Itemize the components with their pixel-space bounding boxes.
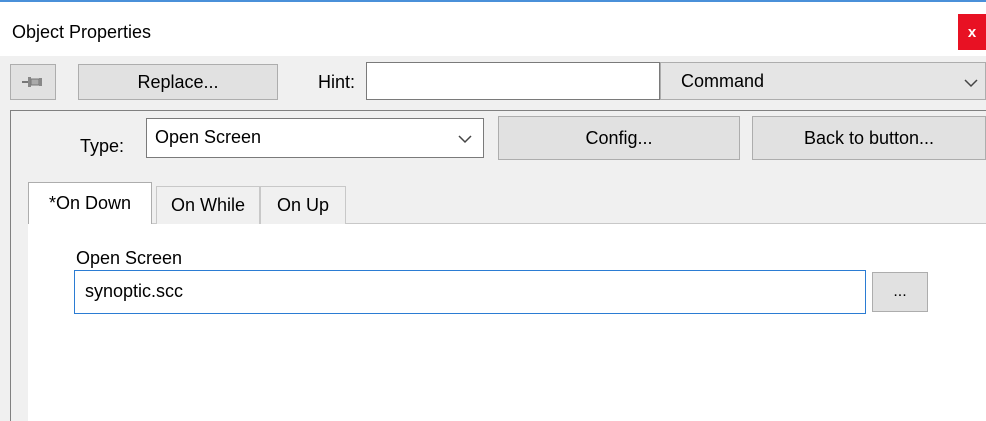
- back-to-button-button[interactable]: Back to button...: [752, 116, 986, 160]
- tab-on-while[interactable]: On While: [156, 186, 260, 224]
- open-screen-label: Open Screen: [76, 248, 183, 268]
- screen-file-value: synoptic.scc: [85, 281, 184, 301]
- pin-button[interactable]: [10, 64, 56, 100]
- pushpin-icon: [22, 77, 42, 87]
- tab-on-up[interactable]: On Up: [260, 186, 346, 224]
- hint-label: Hint:: [318, 72, 356, 92]
- hint-input[interactable]: [366, 62, 660, 100]
- browse-button[interactable]: ...: [872, 272, 928, 312]
- object-properties-window: Object Properties x Replace... Hint: Com…: [0, 0, 986, 421]
- window-title: Object Properties: [12, 22, 152, 42]
- config-button[interactable]: Config...: [498, 116, 740, 160]
- type-dropdown-value: Open Screen: [155, 127, 262, 147]
- command-dropdown-value: Command: [681, 71, 765, 91]
- screen-file-input[interactable]: synoptic.scc: [74, 270, 866, 314]
- close-button[interactable]: x: [958, 14, 986, 50]
- chevron-down-icon: [458, 135, 472, 144]
- tab-on-down[interactable]: *On Down: [28, 182, 152, 224]
- chevron-down-icon: [964, 79, 978, 88]
- type-label: Type:: [80, 136, 125, 156]
- title-bar: Object Properties: [0, 2, 986, 56]
- type-dropdown[interactable]: Open Screen: [146, 118, 484, 158]
- command-dropdown[interactable]: Command: [660, 62, 986, 100]
- replace-button[interactable]: Replace...: [78, 64, 278, 100]
